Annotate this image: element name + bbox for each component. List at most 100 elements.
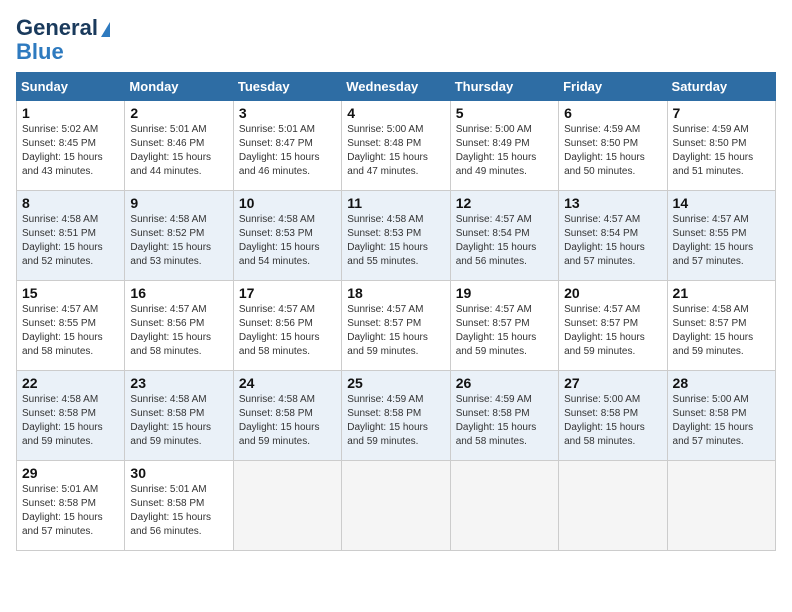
calendar-cell: [342, 461, 450, 551]
day-number: 1: [22, 105, 119, 121]
day-info: Sunrise: 5:02 AMSunset: 8:45 PMDaylight:…: [22, 124, 103, 177]
day-number: 28: [673, 375, 770, 391]
calendar-cell: 20 Sunrise: 4:57 AMSunset: 8:57 PMDaylig…: [559, 281, 667, 371]
day-info: Sunrise: 4:59 AMSunset: 8:58 PMDaylight:…: [347, 394, 428, 447]
day-info: Sunrise: 4:59 AMSunset: 8:50 PMDaylight:…: [673, 124, 754, 177]
day-info: Sunrise: 4:57 AMSunset: 8:57 PMDaylight:…: [347, 304, 428, 357]
calendar-cell: 29 Sunrise: 5:01 AMSunset: 8:58 PMDaylig…: [17, 461, 125, 551]
day-number: 4: [347, 105, 444, 121]
day-number: 10: [239, 195, 336, 211]
calendar-cell: 1 Sunrise: 5:02 AMSunset: 8:45 PMDayligh…: [17, 101, 125, 191]
day-info: Sunrise: 4:59 AMSunset: 8:50 PMDaylight:…: [564, 124, 645, 177]
day-info: Sunrise: 5:01 AMSunset: 8:58 PMDaylight:…: [130, 484, 211, 537]
calendar-cell: 8 Sunrise: 4:58 AMSunset: 8:51 PMDayligh…: [17, 191, 125, 281]
day-number: 17: [239, 285, 336, 301]
calendar-cell: 10 Sunrise: 4:58 AMSunset: 8:53 PMDaylig…: [233, 191, 341, 281]
logo-line1: General: [16, 16, 110, 40]
day-number: 9: [130, 195, 227, 211]
calendar-cell: 21 Sunrise: 4:58 AMSunset: 8:57 PMDaylig…: [667, 281, 775, 371]
weekday-header-saturday: Saturday: [667, 73, 775, 101]
calendar-cell: 27 Sunrise: 5:00 AMSunset: 8:58 PMDaylig…: [559, 371, 667, 461]
calendar-cell: 18 Sunrise: 4:57 AMSunset: 8:57 PMDaylig…: [342, 281, 450, 371]
day-number: 8: [22, 195, 119, 211]
header: General Blue: [16, 16, 776, 64]
day-info: Sunrise: 4:57 AMSunset: 8:57 PMDaylight:…: [456, 304, 537, 357]
calendar-cell: 13 Sunrise: 4:57 AMSunset: 8:54 PMDaylig…: [559, 191, 667, 281]
calendar-table: SundayMondayTuesdayWednesdayThursdayFrid…: [16, 72, 776, 551]
calendar-cell: [667, 461, 775, 551]
day-info: Sunrise: 5:00 AMSunset: 8:49 PMDaylight:…: [456, 124, 537, 177]
calendar-cell: 6 Sunrise: 4:59 AMSunset: 8:50 PMDayligh…: [559, 101, 667, 191]
calendar-cell: [450, 461, 558, 551]
calendar-cell: 22 Sunrise: 4:58 AMSunset: 8:58 PMDaylig…: [17, 371, 125, 461]
calendar-cell: 28 Sunrise: 5:00 AMSunset: 8:58 PMDaylig…: [667, 371, 775, 461]
day-info: Sunrise: 4:57 AMSunset: 8:55 PMDaylight:…: [22, 304, 103, 357]
calendar-cell: 17 Sunrise: 4:57 AMSunset: 8:56 PMDaylig…: [233, 281, 341, 371]
calendar-cell: 30 Sunrise: 5:01 AMSunset: 8:58 PMDaylig…: [125, 461, 233, 551]
calendar-cell: 15 Sunrise: 4:57 AMSunset: 8:55 PMDaylig…: [17, 281, 125, 371]
calendar-week-3: 15 Sunrise: 4:57 AMSunset: 8:55 PMDaylig…: [17, 281, 776, 371]
day-number: 7: [673, 105, 770, 121]
day-info: Sunrise: 5:01 AMSunset: 8:47 PMDaylight:…: [239, 124, 320, 177]
day-info: Sunrise: 4:58 AMSunset: 8:51 PMDaylight:…: [22, 214, 103, 267]
calendar-week-5: 29 Sunrise: 5:01 AMSunset: 8:58 PMDaylig…: [17, 461, 776, 551]
day-info: Sunrise: 5:00 AMSunset: 8:48 PMDaylight:…: [347, 124, 428, 177]
day-info: Sunrise: 4:58 AMSunset: 8:58 PMDaylight:…: [130, 394, 211, 447]
day-info: Sunrise: 4:58 AMSunset: 8:52 PMDaylight:…: [130, 214, 211, 267]
header-row: SundayMondayTuesdayWednesdayThursdayFrid…: [17, 73, 776, 101]
day-number: 23: [130, 375, 227, 391]
day-info: Sunrise: 4:58 AMSunset: 8:57 PMDaylight:…: [673, 304, 754, 357]
calendar-week-2: 8 Sunrise: 4:58 AMSunset: 8:51 PMDayligh…: [17, 191, 776, 281]
day-info: Sunrise: 5:01 AMSunset: 8:58 PMDaylight:…: [22, 484, 103, 537]
calendar-cell: 9 Sunrise: 4:58 AMSunset: 8:52 PMDayligh…: [125, 191, 233, 281]
day-info: Sunrise: 4:57 AMSunset: 8:55 PMDaylight:…: [673, 214, 754, 267]
day-info: Sunrise: 4:57 AMSunset: 8:56 PMDaylight:…: [130, 304, 211, 357]
day-number: 12: [456, 195, 553, 211]
calendar-week-4: 22 Sunrise: 4:58 AMSunset: 8:58 PMDaylig…: [17, 371, 776, 461]
calendar-week-1: 1 Sunrise: 5:02 AMSunset: 8:45 PMDayligh…: [17, 101, 776, 191]
calendar-cell: 23 Sunrise: 4:58 AMSunset: 8:58 PMDaylig…: [125, 371, 233, 461]
weekday-header-thursday: Thursday: [450, 73, 558, 101]
weekday-header-tuesday: Tuesday: [233, 73, 341, 101]
calendar-cell: 12 Sunrise: 4:57 AMSunset: 8:54 PMDaylig…: [450, 191, 558, 281]
day-info: Sunrise: 4:59 AMSunset: 8:58 PMDaylight:…: [456, 394, 537, 447]
day-info: Sunrise: 4:58 AMSunset: 8:53 PMDaylight:…: [347, 214, 428, 267]
day-number: 24: [239, 375, 336, 391]
day-info: Sunrise: 5:00 AMSunset: 8:58 PMDaylight:…: [564, 394, 645, 447]
day-number: 20: [564, 285, 661, 301]
calendar-cell: 24 Sunrise: 4:58 AMSunset: 8:58 PMDaylig…: [233, 371, 341, 461]
calendar-cell: 19 Sunrise: 4:57 AMSunset: 8:57 PMDaylig…: [450, 281, 558, 371]
day-number: 30: [130, 465, 227, 481]
day-number: 5: [456, 105, 553, 121]
logo: General Blue: [16, 16, 110, 64]
day-number: 11: [347, 195, 444, 211]
calendar-cell: 25 Sunrise: 4:59 AMSunset: 8:58 PMDaylig…: [342, 371, 450, 461]
day-info: Sunrise: 4:57 AMSunset: 8:57 PMDaylight:…: [564, 304, 645, 357]
weekday-header-wednesday: Wednesday: [342, 73, 450, 101]
day-number: 13: [564, 195, 661, 211]
calendar-cell: 3 Sunrise: 5:01 AMSunset: 8:47 PMDayligh…: [233, 101, 341, 191]
day-number: 22: [22, 375, 119, 391]
weekday-header-friday: Friday: [559, 73, 667, 101]
day-number: 26: [456, 375, 553, 391]
weekday-header-monday: Monday: [125, 73, 233, 101]
day-number: 3: [239, 105, 336, 121]
day-info: Sunrise: 4:58 AMSunset: 8:53 PMDaylight:…: [239, 214, 320, 267]
day-number: 19: [456, 285, 553, 301]
day-info: Sunrise: 4:57 AMSunset: 8:56 PMDaylight:…: [239, 304, 320, 357]
day-info: Sunrise: 4:57 AMSunset: 8:54 PMDaylight:…: [564, 214, 645, 267]
day-number: 15: [22, 285, 119, 301]
calendar-cell: 4 Sunrise: 5:00 AMSunset: 8:48 PMDayligh…: [342, 101, 450, 191]
logo-line2: Blue: [16, 40, 64, 64]
calendar-cell: 16 Sunrise: 4:57 AMSunset: 8:56 PMDaylig…: [125, 281, 233, 371]
day-number: 14: [673, 195, 770, 211]
day-info: Sunrise: 5:01 AMSunset: 8:46 PMDaylight:…: [130, 124, 211, 177]
day-number: 18: [347, 285, 444, 301]
weekday-header-sunday: Sunday: [17, 73, 125, 101]
calendar-cell: 5 Sunrise: 5:00 AMSunset: 8:49 PMDayligh…: [450, 101, 558, 191]
calendar-cell: 14 Sunrise: 4:57 AMSunset: 8:55 PMDaylig…: [667, 191, 775, 281]
day-number: 25: [347, 375, 444, 391]
calendar-cell: 2 Sunrise: 5:01 AMSunset: 8:46 PMDayligh…: [125, 101, 233, 191]
day-number: 29: [22, 465, 119, 481]
calendar-cell: [559, 461, 667, 551]
